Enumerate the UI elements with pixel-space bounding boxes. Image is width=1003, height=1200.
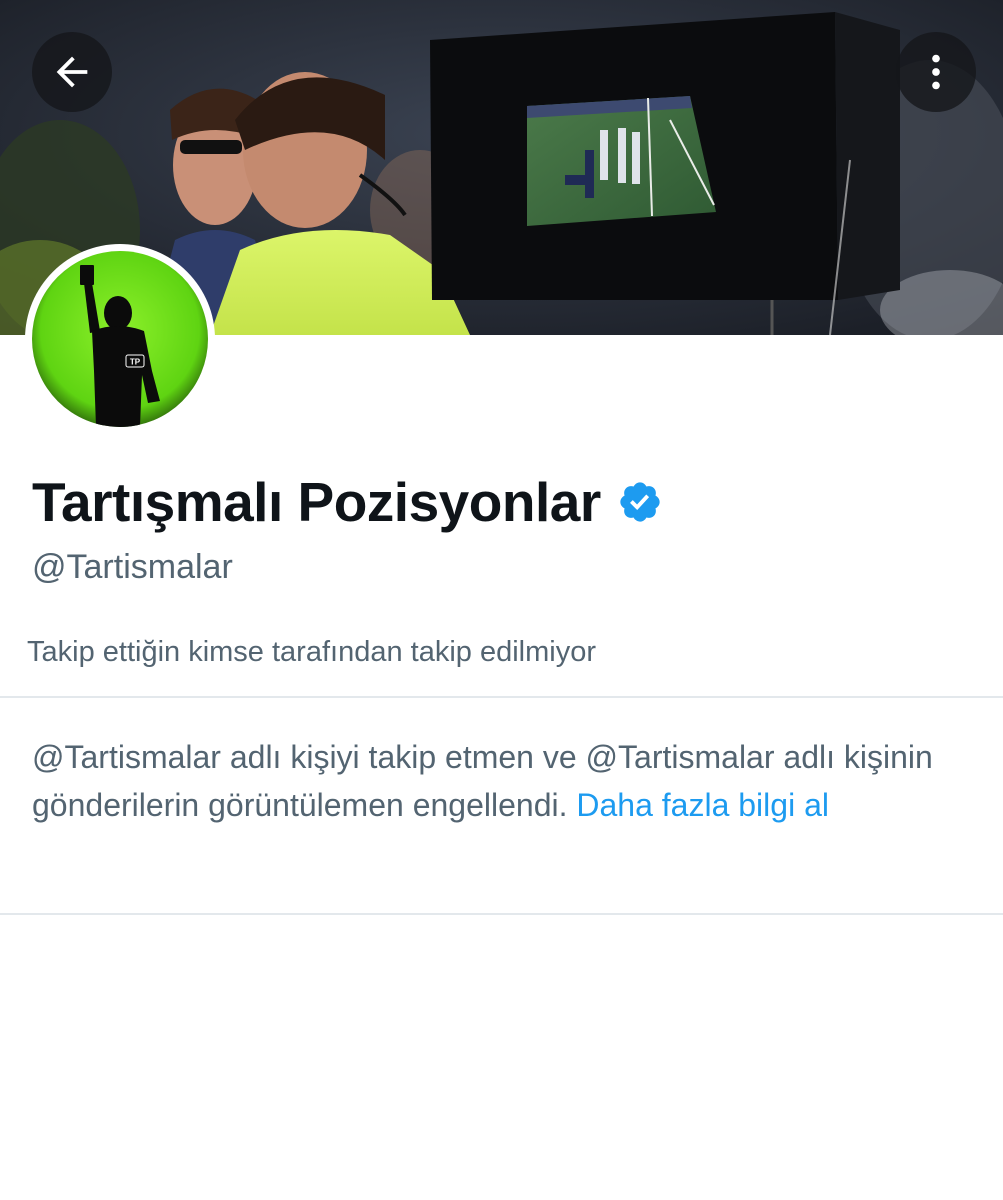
back-button[interactable]: [32, 32, 112, 112]
divider: [0, 696, 1003, 698]
more-options-button[interactable]: [896, 32, 976, 112]
learn-more-link[interactable]: Daha fazla bilgi al: [576, 787, 829, 823]
profile-page: TP Tartışmalı Pozisyonlar @Tartismalar T…: [0, 0, 1003, 1200]
avatar[interactable]: TP: [25, 244, 215, 434]
display-name: Tartışmalı Pozisyonlar: [32, 471, 601, 533]
display-name-row: Tartışmalı Pozisyonlar: [32, 470, 663, 534]
verified-badge-icon[interactable]: [617, 479, 663, 525]
user-handle: @Tartismalar: [32, 548, 233, 586]
divider: [0, 913, 1003, 915]
more-vertical-icon: [932, 54, 940, 90]
avatar-monogram: TP: [130, 358, 141, 367]
follow-context-text: Takip ettiğin kimse tarafından takip edi…: [27, 636, 596, 668]
blocked-notice: @Tartismalar adlı kişiyi takip etmen ve …: [32, 733, 982, 829]
avatar-image: TP: [32, 251, 208, 427]
arrow-left-icon: [56, 56, 88, 88]
